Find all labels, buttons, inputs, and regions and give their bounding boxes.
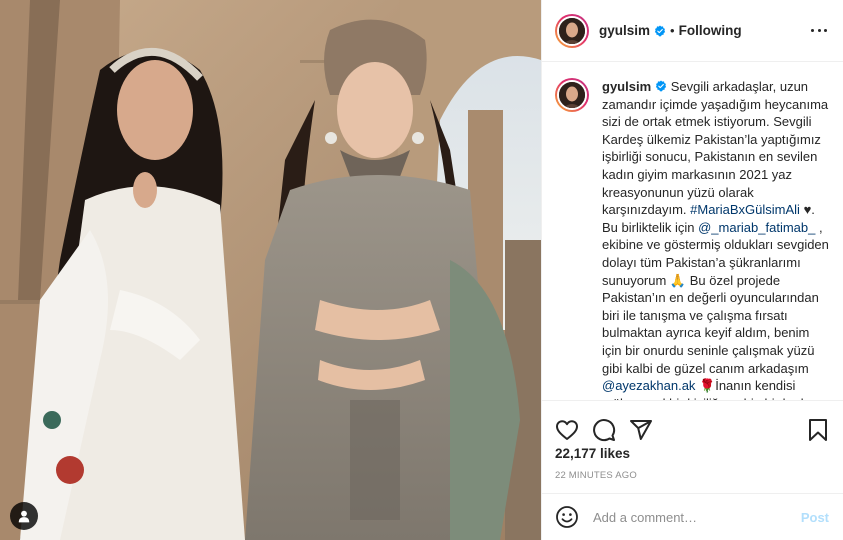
- heart-icon[interactable]: [555, 418, 579, 442]
- more-options-icon[interactable]: [809, 21, 829, 41]
- likes-count[interactable]: 22,177 likes: [555, 446, 630, 461]
- following-button[interactable]: Following: [679, 23, 742, 38]
- caption-body-3: , ekibine ve göstermiş oldukları sevgide…: [602, 219, 829, 376]
- comment-box: Add a comment… Post: [542, 493, 843, 540]
- caption-mention-mariab[interactable]: @_mariab_fatimab_: [698, 220, 815, 235]
- post-sidebar: gyulsim • Following gyulsim Sevgili arka…: [541, 0, 843, 540]
- caption-hashtag[interactable]: #MariaBxGülsimAli: [690, 202, 800, 217]
- header-username[interactable]: gyulsim: [599, 23, 650, 38]
- profile-avatar[interactable]: [555, 13, 589, 48]
- user-tag-icon: [18, 510, 30, 523]
- post-comment-button[interactable]: Post: [801, 510, 829, 525]
- action-bar: [542, 400, 843, 444]
- post-header: gyulsim • Following: [542, 0, 843, 62]
- caption-username[interactable]: gyulsim: [602, 79, 651, 94]
- caption-text: gyulsim Sevgili arkadaşlar, uzun zamandı…: [602, 78, 829, 401]
- header-separator: •: [670, 23, 675, 38]
- emoji-icon[interactable]: [555, 505, 579, 529]
- post-photo-illustration: [0, 0, 541, 540]
- verified-badge-icon: [655, 80, 667, 92]
- avatar-image: [559, 82, 585, 108]
- post-timestamp[interactable]: 22 MINUTES AGO: [555, 470, 637, 481]
- caption-avatar[interactable]: [555, 78, 589, 112]
- comment-input[interactable]: Add a comment…: [593, 510, 801, 525]
- verified-badge-icon: [654, 25, 666, 36]
- post-image[interactable]: [0, 0, 541, 540]
- share-icon[interactable]: [629, 418, 653, 442]
- caption-section: gyulsim Sevgili arkadaşlar, uzun zamandı…: [542, 63, 843, 401]
- comment-icon[interactable]: [592, 418, 616, 442]
- bookmark-icon[interactable]: [806, 418, 830, 442]
- caption-mention-ayezakhan[interactable]: @ayezakhan.ak: [602, 378, 695, 393]
- caption-body-1: Sevgili arkadaşlar, uzun zamandır içimde…: [602, 79, 829, 218]
- tagged-users-button[interactable]: [10, 502, 38, 530]
- avatar-image: [559, 17, 585, 44]
